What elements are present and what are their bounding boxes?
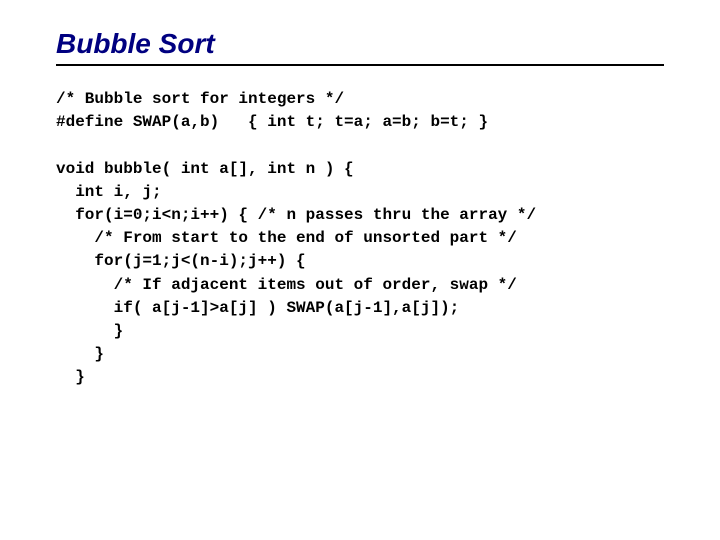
slide: Bubble Sort /* Bubble sort for integers … bbox=[0, 0, 720, 417]
code-block: /* Bubble sort for integers */ #define S… bbox=[56, 88, 664, 389]
slide-title: Bubble Sort bbox=[56, 28, 664, 66]
